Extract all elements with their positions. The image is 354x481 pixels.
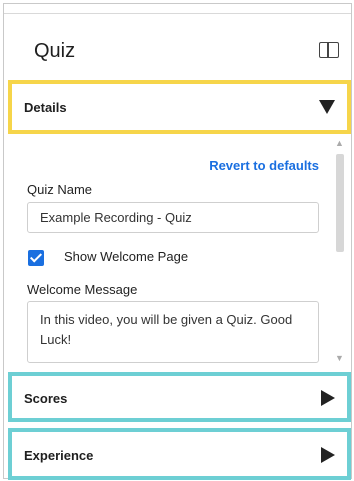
panel-header: Quiz bbox=[4, 15, 351, 79]
panel-title: Quiz bbox=[34, 40, 76, 62]
show-welcome-page-label: Show Welcome Page bbox=[64, 249, 189, 264]
quiz-name-label: Quiz Name bbox=[27, 182, 93, 197]
triangle-right-icon[interactable] bbox=[321, 447, 335, 463]
scores-label: Scores bbox=[24, 391, 68, 406]
scroll-down-icon[interactable]: ▼ bbox=[335, 353, 344, 363]
show-welcome-page-checkbox[interactable] bbox=[28, 250, 44, 266]
details-scrollbar[interactable]: ▲ ▼ bbox=[333, 134, 347, 369]
triangle-right-icon[interactable] bbox=[321, 390, 335, 406]
triangle-down-icon[interactable] bbox=[319, 100, 335, 114]
scores-section-header[interactable]: Scores bbox=[8, 372, 351, 422]
quiz-panel: Quiz Details Revert to defaults Quiz Nam… bbox=[3, 3, 352, 480]
details-label: Details bbox=[24, 100, 67, 115]
scroll-up-icon[interactable]: ▲ bbox=[335, 138, 344, 148]
quiz-name-input[interactable] bbox=[27, 202, 319, 233]
panel-top-edge bbox=[4, 4, 351, 14]
details-section-header[interactable]: Details bbox=[8, 80, 351, 134]
experience-label: Experience bbox=[24, 448, 94, 463]
welcome-message-textarea[interactable]: In this video, you will be given a Quiz.… bbox=[27, 301, 319, 363]
scrollbar-thumb[interactable] bbox=[336, 154, 344, 252]
revert-to-defaults-link[interactable]: Revert to defaults bbox=[209, 158, 319, 173]
experience-section-header[interactable]: Experience bbox=[8, 428, 351, 480]
welcome-message-label: Welcome Message bbox=[27, 282, 138, 297]
panel-layout-icon[interactable] bbox=[319, 42, 339, 58]
details-content: Revert to defaults Quiz Name Show Welcom… bbox=[5, 134, 350, 369]
